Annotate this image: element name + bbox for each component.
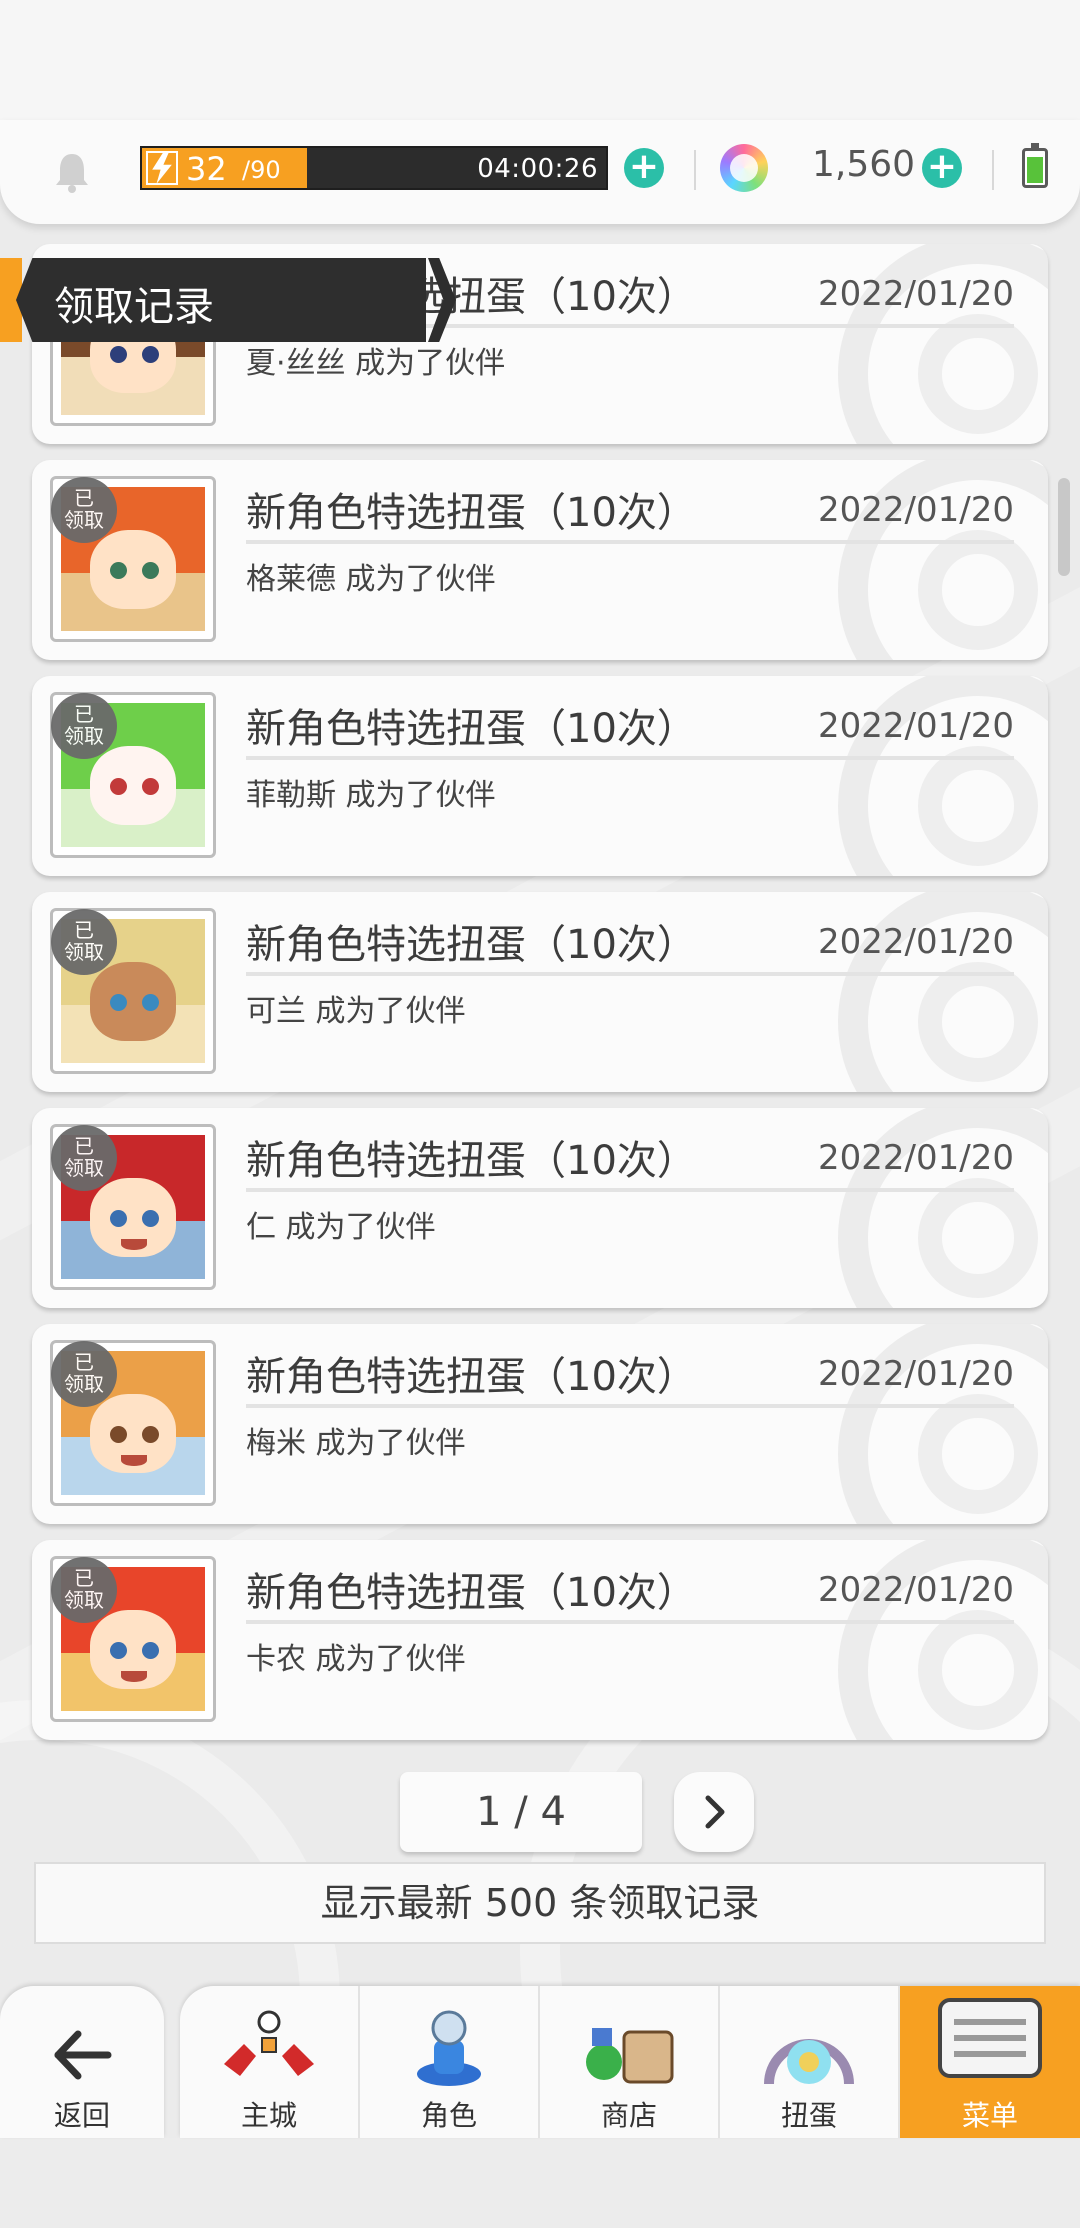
record-date: 2022/01/20 [818,706,1014,746]
next-page-button[interactable] [674,1772,754,1852]
record-date: 2022/01/20 [818,922,1014,962]
add-stamina-button[interactable]: + [624,148,664,188]
gems-count: 1,560 [812,144,916,185]
record-date: 2022/01/20 [818,1570,1014,1610]
arrow-left-icon [54,2030,112,2080]
stamina-max: /90 [242,156,281,184]
record-desc: 夏·丝丝 成为了伙伴 [246,346,506,381]
claimed-badge: 已领取 [51,1341,117,1407]
bottom-nav: 返回 主城 角色 商店 扭蛋 菜单 [0,1986,1080,2138]
nav-item-menu[interactable]: 菜单 [900,1986,1080,2138]
record-date: 2022/01/20 [818,274,1014,314]
avatar: 已领取 [50,1124,216,1290]
stamina-timer: 04:00:26 [477,154,598,184]
back-label: 返回 [53,2099,110,2132]
record-title: 新角色特选扭蛋（10次） [246,706,697,752]
claimed-badge: 已领取 [51,909,117,975]
divider [992,150,994,190]
nav-item-characters[interactable]: 角色 [360,1986,540,2138]
claimed-badge: 已领取 [51,1557,117,1623]
record-card[interactable]: 已领取 新角色特选扭蛋（10次） 2022/01/20 卡农 成为了伙伴 [32,1540,1048,1740]
record-title: 新角色特选扭蛋（10次） [246,1354,697,1400]
gacha-icon [764,2039,854,2085]
nav-item-town[interactable]: 主城 [180,1986,360,2138]
stamina-current: 32 [186,150,227,188]
record-title: 新角色特选扭蛋（10次） [246,490,697,536]
divider [694,150,696,190]
scrollbar[interactable] [1058,478,1070,576]
stamina-bar: 32 /90 04:00:26 [140,146,608,190]
record-title: 新角色特选扭蛋（10次） [246,1570,697,1616]
nav-item-gacha[interactable]: 扭蛋 [720,1986,900,2138]
claimed-badge: 已领取 [51,693,117,759]
record-card[interactable]: 已领取 新角色特选扭蛋（10次） 2022/01/20 菲勒斯 成为了伙伴 [32,676,1048,876]
record-title: 新角色特选扭蛋（10次） [246,1138,697,1184]
record-desc: 菲勒斯 成为了伙伴 [246,778,496,813]
chevron-right-icon [705,1795,725,1829]
shop-icon [586,2028,674,2084]
character-icon [417,2010,481,2086]
avatar: 已领取 [50,1556,216,1722]
record-card[interactable]: 已领取 新角色特选扭蛋（10次） 2022/01/20 梅米 成为了伙伴 [32,1324,1048,1524]
nav-item-shop[interactable]: 商店 [540,1986,720,2138]
avatar: 已领取 [50,908,216,1074]
record-desc: 可兰 成为了伙伴 [246,994,466,1029]
top-spacer [0,0,1080,120]
chevron-right-icon [428,258,456,342]
record-date: 2022/01/20 [818,1138,1014,1178]
system-bottom-area [0,2138,1080,2228]
record-date: 2022/01/20 [818,1354,1014,1394]
nav-strip: 主城 角色 商店 扭蛋 菜单 [180,1986,1080,2138]
back-button[interactable]: 返回 [0,1986,164,2138]
claimed-badge: 已领取 [51,1125,117,1191]
avatar: 已领取 [50,1340,216,1506]
bell-icon[interactable] [52,150,92,194]
record-card[interactable]: 已领取 新角色特选扭蛋（10次） 2022/01/20 可兰 成为了伙伴 [32,892,1048,1092]
town-icon [224,2010,314,2076]
record-date: 2022/01/20 [818,490,1014,530]
record-desc: 仁 成为了伙伴 [246,1210,436,1245]
record-card[interactable]: 已领取 新角色特选扭蛋（10次） 2022/01/20 仁 成为了伙伴 [32,1108,1048,1308]
records-header-tab: 领取记录 [0,258,460,342]
page-title: 领取记录 [54,284,214,330]
avatar: 已领取 [50,692,216,858]
record-desc: 卡农 成为了伙伴 [246,1642,466,1677]
add-gems-button[interactable]: + [922,148,962,188]
battery-icon [1022,143,1048,188]
avatar: 已领取 [50,476,216,642]
record-desc: 格莱德 成为了伙伴 [246,562,496,597]
status-bar: 32 /90 04:00:26 + 1,560 + [0,120,1080,224]
claimed-badge: 已领取 [51,477,117,543]
record-card[interactable]: 已领取 新角色特选扭蛋（10次） 2022/01/20 格莱德 成为了伙伴 [32,460,1048,660]
menu-icon [938,1998,1042,2078]
record-desc: 梅米 成为了伙伴 [246,1426,466,1461]
records-limit-notice: 显示最新 500 条领取记录 [34,1862,1046,1944]
page-indicator: 1 / 4 [400,1772,642,1852]
record-title: 新角色特选扭蛋（10次） [246,922,697,968]
gem-icon [720,144,768,192]
